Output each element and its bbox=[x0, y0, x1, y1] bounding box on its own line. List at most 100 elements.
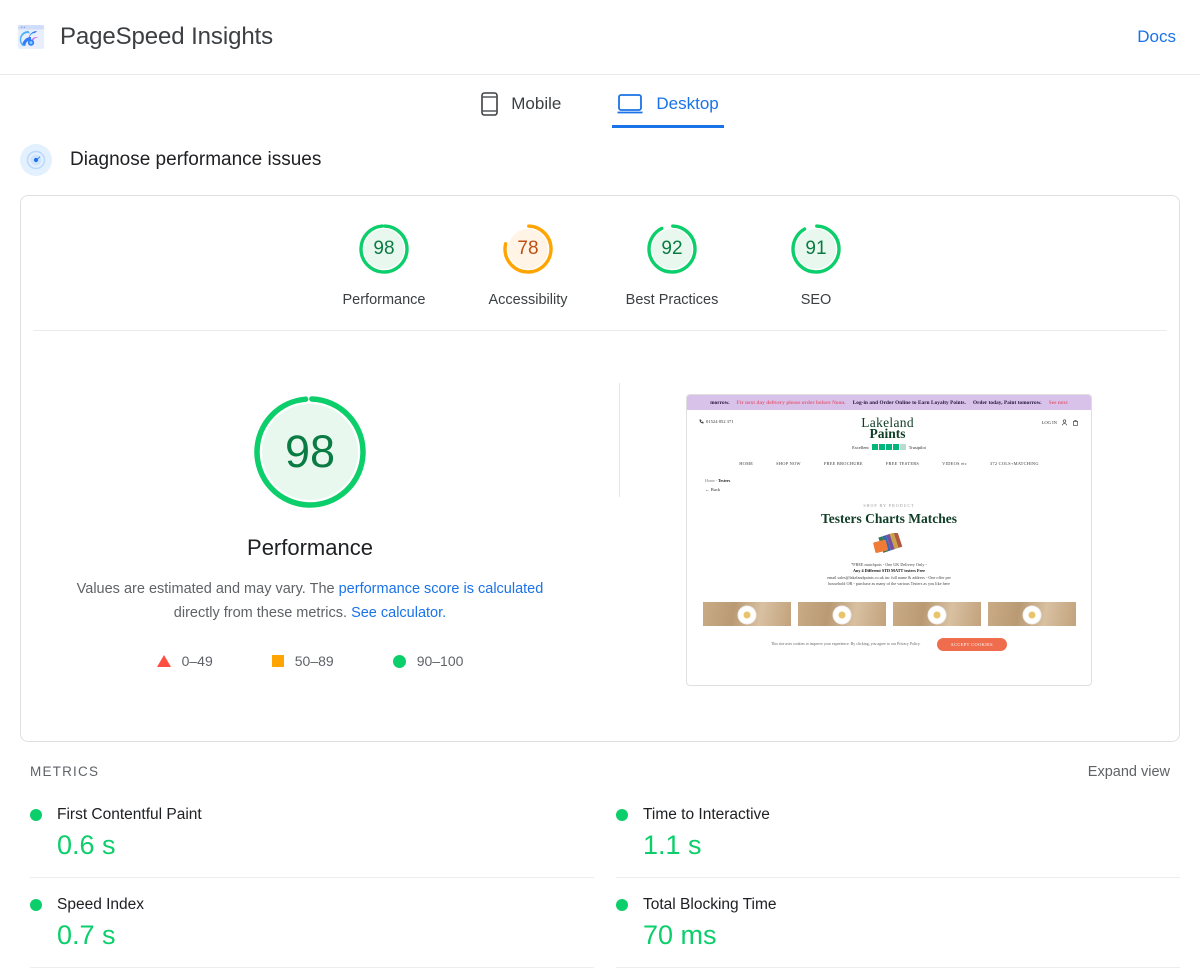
category-score-performance[interactable]: 98 Performance bbox=[312, 222, 456, 308]
metric-time-to-interactive[interactable]: Time to Interactive 1.1 s bbox=[616, 788, 1180, 878]
pagespeed-logo-icon bbox=[16, 22, 46, 52]
thumb-promo-text: *FREE matchpots - One UK Delivery Only -… bbox=[687, 562, 1091, 588]
legend-range: 90–100 bbox=[416, 653, 464, 669]
legend-range: 0–49 bbox=[181, 653, 213, 669]
metrics-title: METRICS bbox=[30, 764, 100, 779]
metric-value: 0.7 s bbox=[57, 920, 116, 950]
status-dot-icon bbox=[616, 899, 628, 911]
thumb-nav-item: FREE BROCHURE bbox=[823, 461, 863, 466]
score-value: 91 bbox=[805, 238, 827, 259]
category-scores: 98 Performance 78 Accessibility 92 Best … bbox=[33, 196, 1167, 331]
score-ring: 78 bbox=[501, 222, 555, 276]
thumb-heading: Testers Charts Matches bbox=[821, 511, 957, 526]
thumb-phone: 01524 852 371 bbox=[699, 419, 734, 424]
thumb-trust-brand: Trustpilot bbox=[908, 444, 926, 450]
metric-head: Speed Index bbox=[30, 896, 594, 914]
thumb-brand: Lakeland Paints bbox=[861, 416, 914, 441]
status-dot-icon bbox=[30, 809, 42, 821]
thumb-product-card bbox=[797, 601, 886, 626]
thumb-breadcrumb: Home - Testers bbox=[687, 478, 1091, 483]
thumb-phone-number: 01524 852 371 bbox=[706, 419, 734, 424]
thumb-product-grid bbox=[687, 601, 1091, 626]
page-screenshot: morrow. Fir next day delivery please ord… bbox=[686, 394, 1092, 686]
page-screenshot-panel: morrow. Fir next day delivery please ord… bbox=[599, 391, 1179, 686]
see-calculator-link[interactable]: See calculator. bbox=[351, 605, 446, 621]
thumb-back-link: ← Back bbox=[705, 487, 721, 492]
thumb-header: 01524 852 371 Lakeland Paints LOG IN bbox=[687, 410, 1091, 441]
metric-head: First Contentful Paint bbox=[30, 806, 594, 824]
score-ring: 92 bbox=[645, 222, 699, 276]
thumb-breadcrumb-home: Home - bbox=[705, 478, 718, 483]
metric-head: Total Blocking Time bbox=[616, 896, 1180, 914]
score-label: Performance bbox=[342, 292, 426, 308]
thumb-trust-label: Excellent bbox=[852, 444, 869, 450]
thumb-product-card bbox=[892, 601, 981, 626]
metric-label: Time to Interactive bbox=[643, 806, 770, 823]
score-label: SEO bbox=[800, 292, 832, 308]
score-ring: 91 bbox=[789, 222, 843, 276]
score-value: 78 bbox=[517, 238, 539, 259]
thumb-fan-deck-icon bbox=[687, 533, 1091, 555]
metric-value: 0.6 s bbox=[57, 830, 116, 860]
brand: PageSpeed Insights bbox=[16, 22, 273, 52]
category-score-seo[interactable]: 91 SEO bbox=[744, 222, 888, 308]
metric-head: Time to Interactive bbox=[616, 806, 1180, 824]
metric-label: Total Blocking Time bbox=[643, 896, 777, 913]
score-value: 92 bbox=[661, 238, 683, 259]
score-legend: 0–49 50–89 90–100 bbox=[156, 653, 464, 669]
tab-mobile-label: Mobile bbox=[511, 93, 562, 113]
performance-score-calculated-link[interactable]: performance score is calculated bbox=[339, 581, 544, 597]
expand-view-button[interactable]: Expand view bbox=[1088, 764, 1180, 780]
detail-divider bbox=[619, 383, 620, 497]
score-label: Accessibility bbox=[488, 292, 568, 308]
performance-score-value: 98 bbox=[284, 426, 336, 477]
metric-label: Speed Index bbox=[57, 896, 145, 913]
metrics-grid: First Contentful Paint 0.6 s Time to Int… bbox=[0, 780, 1200, 968]
metric-total-blocking-time[interactable]: Total Blocking Time 70 ms bbox=[616, 878, 1180, 968]
thumb-cookie-text: This site uses cookies to improve your e… bbox=[771, 642, 921, 647]
page-title: PageSpeed Insights bbox=[60, 23, 274, 50]
desc-text-1: Values are estimated and may vary. The bbox=[76, 581, 339, 597]
square-icon bbox=[271, 655, 284, 667]
thumb-banner-pink1: Fir next day delivery please order befor… bbox=[736, 399, 846, 406]
form-factor-tabs: Mobile Desktop bbox=[0, 75, 1200, 128]
metric-first-contentful-paint[interactable]: First Contentful Paint 0.6 s bbox=[30, 788, 594, 878]
legend-item-poor: 0–49 bbox=[156, 653, 213, 669]
tab-mobile[interactable]: Mobile bbox=[481, 91, 561, 128]
results-card: 98 Performance 78 Accessibility 92 Best … bbox=[20, 195, 1180, 742]
thumb-account: LOG IN bbox=[1042, 419, 1079, 426]
thumb-nav-item: HOME bbox=[739, 461, 754, 466]
thumb-banner-mid: Log-in and Order Online to Earn Loyalty … bbox=[852, 399, 966, 406]
performance-caption: Performance bbox=[247, 535, 373, 560]
app-header: PageSpeed Insights Docs bbox=[0, 0, 1200, 75]
phone-icon bbox=[699, 419, 704, 424]
docs-link[interactable]: Docs bbox=[1137, 27, 1176, 47]
thumb-login-label: LOG IN bbox=[1041, 420, 1057, 425]
thumb-promo-line4: household OR - purchase as many of the v… bbox=[828, 581, 950, 587]
metric-value: 1.1 s bbox=[643, 830, 702, 860]
category-score-accessibility[interactable]: 78 Accessibility bbox=[456, 222, 600, 308]
metric-label: First Contentful Paint bbox=[57, 806, 202, 823]
thumb-nav: HOME SHOP NOW FREE BROCHURE FREE TESTERS… bbox=[687, 461, 1091, 466]
circle-icon bbox=[392, 654, 406, 668]
diagnose-title: Diagnose performance issues bbox=[70, 149, 322, 170]
desktop-icon bbox=[617, 93, 643, 115]
mobile-icon bbox=[481, 91, 499, 116]
bag-icon bbox=[1073, 419, 1078, 426]
metric-speed-index[interactable]: Speed Index 0.7 s bbox=[30, 878, 594, 968]
thumb-product-card bbox=[987, 601, 1076, 626]
tab-desktop-label: Desktop bbox=[656, 93, 719, 113]
thumb-nav-item: VIDEOS etc bbox=[942, 461, 967, 466]
performance-description: Values are estimated and may vary. The p… bbox=[70, 577, 550, 625]
thumb-nav-item: SHOP NOW bbox=[776, 461, 801, 466]
status-dot-icon bbox=[30, 899, 42, 911]
thumb-promo-banner: morrow. Fir next day delivery please ord… bbox=[687, 395, 1091, 410]
performance-detail: 98 Performance Values are estimated and … bbox=[21, 331, 1179, 686]
category-score-best-practices[interactable]: 92 Best Practices bbox=[600, 222, 744, 308]
thumb-nav-item: 372 COLS+MATCHING bbox=[989, 461, 1039, 466]
thumb-breadcrumb-current: Testers bbox=[718, 478, 731, 483]
tab-desktop[interactable]: Desktop bbox=[612, 91, 725, 128]
desc-text-2: directly from these metrics. bbox=[173, 605, 352, 621]
thumb-product-card bbox=[702, 601, 791, 626]
metrics-header: METRICS Expand view bbox=[0, 742, 1200, 780]
